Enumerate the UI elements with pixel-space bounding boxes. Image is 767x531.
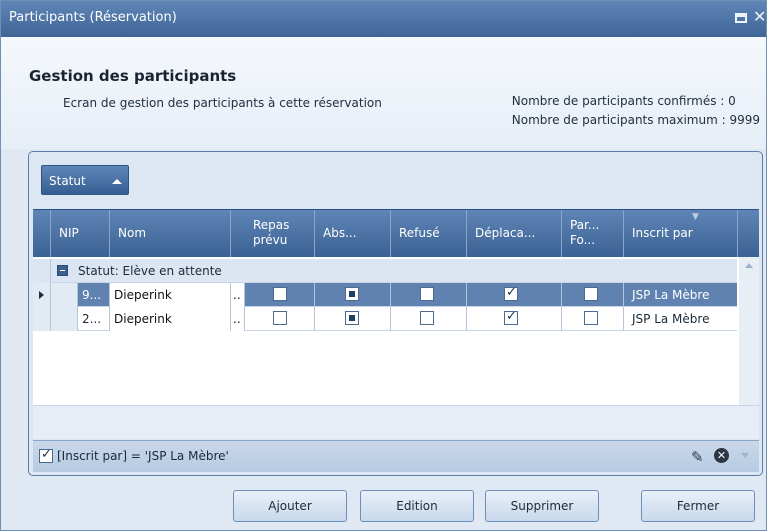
checkbox-refuse[interactable]: [420, 287, 434, 301]
grid-rows: Statut: Elève en attente 9... Dieperink …: [33, 257, 759, 405]
cell-refuse[interactable]: [391, 307, 467, 331]
filter-bar: [Inscrit par] = 'JSP La Mèbre' ✎ ✕: [33, 440, 759, 472]
checkbox-deplacement[interactable]: [504, 285, 518, 301]
edit-button[interactable]: Edition: [360, 490, 474, 522]
cell-nip[interactable]: 2...: [78, 307, 110, 331]
row-spacer: [51, 283, 78, 307]
column-header-refuse[interactable]: Refusé: [391, 210, 467, 258]
cell-repas[interactable]: [245, 307, 315, 331]
row-indicator: [33, 307, 51, 331]
cell-par-fo[interactable]: [562, 307, 624, 331]
column-header-par-fo[interactable]: Par... Fo...: [562, 210, 624, 258]
cell-par-fo[interactable]: [562, 283, 624, 307]
maximize-icon[interactable]: [735, 13, 747, 23]
checkbox-repas[interactable]: [273, 287, 287, 301]
checkbox-refuse[interactable]: [420, 311, 434, 325]
checkbox-deplacement[interactable]: [504, 309, 518, 325]
current-row-arrow-icon: [39, 291, 44, 299]
confirmed-count: Nombre de participants confirmés : 0: [511, 94, 736, 108]
column-header-nom[interactable]: Nom: [110, 210, 231, 258]
scroll-up-icon[interactable]: [745, 263, 753, 268]
cell-nip[interactable]: 9...: [78, 283, 110, 307]
add-button[interactable]: Ajouter: [233, 490, 347, 522]
participant-stats: Nombre de participants confirmés : 0 Nom…: [512, 92, 760, 130]
delete-button[interactable]: Supprimer: [485, 490, 599, 522]
column-header-nip[interactable]: NIP: [51, 210, 110, 258]
column-header-repas[interactable]: Repas prévu: [231, 210, 315, 258]
checkbox-par-fo[interactable]: [584, 287, 598, 301]
caret-up-icon: [112, 179, 122, 184]
checkbox-par-fo[interactable]: [584, 311, 598, 325]
checkbox-repas[interactable]: [273, 311, 287, 325]
filter-enabled-checkbox[interactable]: [39, 447, 53, 463]
filter-expression[interactable]: [Inscrit par] = 'JSP La Mèbre': [57, 449, 229, 463]
vertical-scrollbar[interactable]: [739, 257, 759, 405]
page-subtitle: Ecran de gestion des participants à cett…: [63, 96, 382, 110]
title-bar: Participants (Réservation) ✕: [1, 1, 766, 37]
cell-refuse[interactable]: [391, 283, 467, 307]
page-title: Gestion des participants: [29, 67, 237, 85]
group-row[interactable]: Statut: Elève en attente: [33, 259, 737, 283]
column-header-indicator: [33, 210, 51, 258]
cell-extra[interactable]: ..: [231, 283, 245, 307]
group-by-statut-button[interactable]: Statut: [41, 165, 129, 195]
column-header-deplacement[interactable]: Déplaca...: [467, 210, 562, 258]
cell-abs[interactable]: [315, 307, 391, 331]
cell-inscrit-par[interactable]: JSP La Mèbre: [624, 307, 738, 331]
collapse-icon[interactable]: [57, 265, 68, 276]
cell-nom[interactable]: Dieperink: [110, 283, 231, 307]
cell-repas[interactable]: [245, 283, 315, 307]
column-header-spacer: [738, 210, 759, 258]
cell-abs[interactable]: [315, 283, 391, 307]
cell-nom[interactable]: Dieperink: [110, 307, 231, 331]
group-row-label: Statut: Elève en attente: [78, 264, 222, 278]
cell-deplacement[interactable]: [467, 283, 562, 307]
checkbox-abs[interactable]: [345, 287, 359, 301]
group-button-label: Statut: [49, 174, 86, 188]
row-spacer: [51, 307, 78, 331]
column-header-row: NIP Nom Repas prévu Abs... Refusé Déplac…: [33, 209, 759, 258]
close-button[interactable]: Fermer: [641, 490, 755, 522]
table-row[interactable]: 9... Dieperink .. JSP La Mèbre: [33, 283, 737, 307]
close-icon[interactable]: ✕: [753, 9, 766, 25]
cell-extra[interactable]: ..: [231, 307, 245, 331]
grid-footer: [33, 405, 759, 439]
cell-deplacement[interactable]: [467, 307, 562, 331]
filter-icon[interactable]: ▼: [692, 212, 699, 222]
row-indicator: [33, 259, 51, 283]
clear-filter-icon[interactable]: ✕: [714, 448, 729, 463]
maximum-count: Nombre de participants maximum : 9999: [511, 113, 760, 127]
row-indicator: [33, 283, 51, 307]
participants-grid-panel: Statut NIP Nom Repas prévu Abs... Refusé…: [28, 151, 763, 476]
cell-inscrit-par[interactable]: JSP La Mèbre: [624, 283, 738, 307]
scroll-down-icon[interactable]: [741, 453, 749, 458]
table-row[interactable]: 2... Dieperink .. JSP La Mèbre: [33, 307, 737, 331]
column-header-abs[interactable]: Abs...: [315, 210, 391, 258]
column-header-inscrit-par[interactable]: Inscrit par ▼: [624, 210, 738, 258]
edit-filter-icon[interactable]: ✎: [691, 448, 704, 466]
checkbox-abs[interactable]: [345, 311, 359, 325]
participants-window: Participants (Réservation) ✕ Gestion des…: [0, 0, 767, 531]
window-title: Participants (Réservation): [9, 10, 177, 25]
header: Gestion des participants Ecran de gestio…: [1, 37, 766, 149]
